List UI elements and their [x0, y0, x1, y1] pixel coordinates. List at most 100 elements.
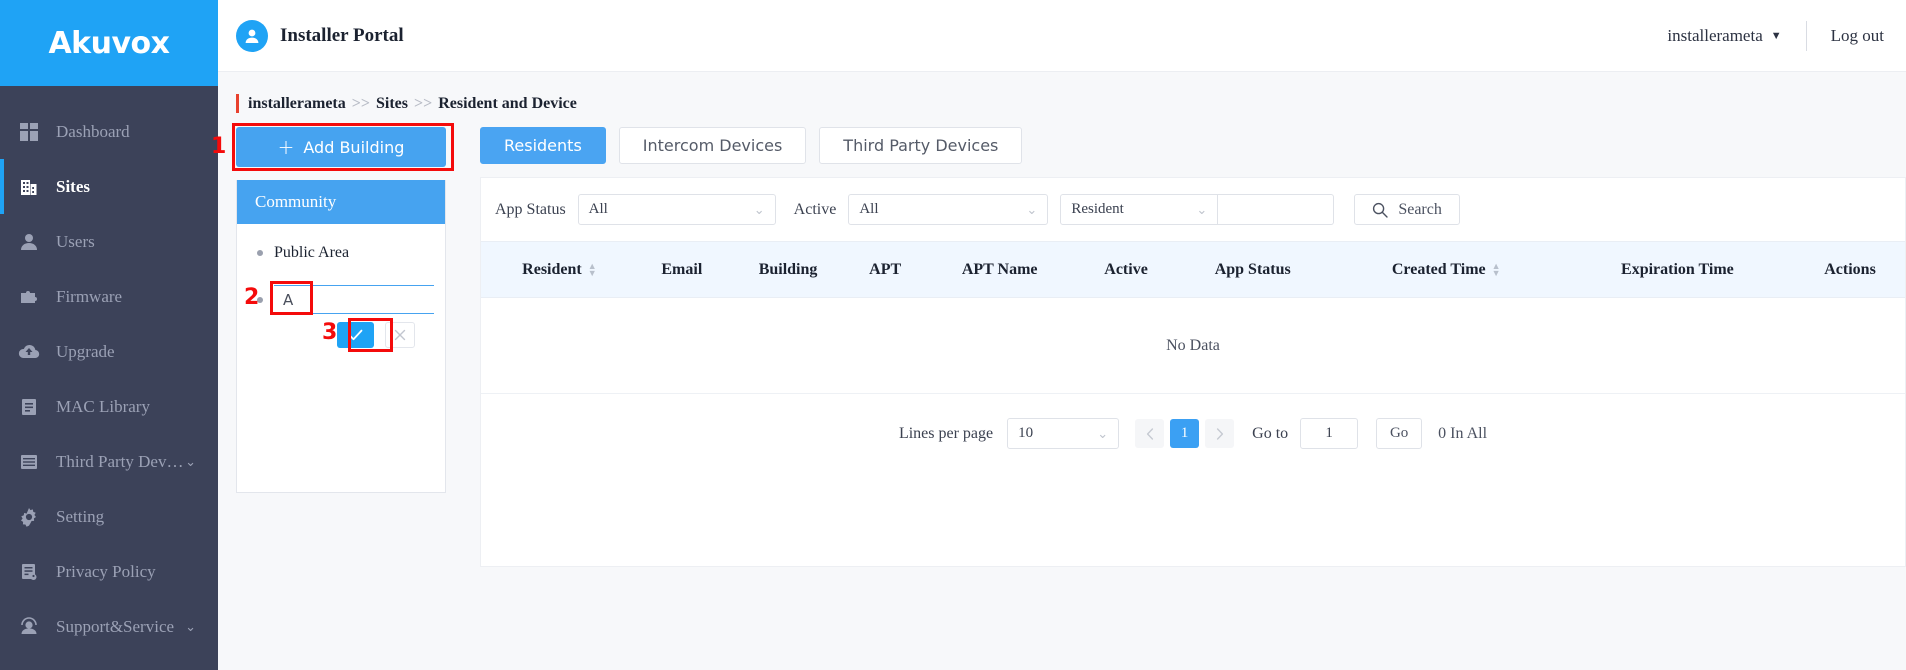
breadcrumb-root[interactable]: installerameta [248, 95, 346, 113]
step-3-number: 3 [322, 320, 338, 345]
sidebar-item-label: Dashboard [56, 121, 130, 141]
tab-third-party-devices[interactable]: Third Party Devices [819, 127, 1023, 164]
goto-label: Go to [1252, 424, 1289, 442]
sidebar-nav: Dashboard Sites Users Firmware Upgrade M… [0, 86, 218, 670]
col-building: Building [725, 241, 851, 298]
no-data-text: No Data [481, 297, 1905, 394]
close-icon [394, 329, 406, 341]
body-row: + Add Building 1 Community Public Area A… [211, 113, 1906, 567]
table-header: Resident ▲ ▼ Email Building APT APT Name A… [481, 241, 1905, 298]
check-icon [348, 329, 363, 341]
tree-node-public-area[interactable]: Public Area [237, 238, 445, 268]
sidebar-item-label: MAC Library [56, 396, 150, 416]
step-2-number: 2 [244, 285, 260, 310]
page-number-1[interactable]: 1 [1170, 419, 1200, 448]
sort-arrows-icon[interactable]: ▲ ▼ [1492, 261, 1501, 277]
chevron-down-icon: ⌄ [1097, 425, 1109, 441]
sidebar-item-label: Support&Service [56, 616, 175, 636]
col-active: Active [1079, 241, 1173, 298]
app-status-value: All [588, 201, 608, 217]
tree-node-label: Public Area [274, 244, 350, 261]
plus-icon: + [277, 135, 295, 159]
community-tree-header: Community [237, 180, 445, 224]
chevron-down-icon: ⌄ [1196, 201, 1208, 217]
sidebar-item-privacy-policy[interactable]: Privacy Policy [0, 544, 218, 599]
building-name-input[interactable] [274, 285, 434, 314]
sidebar-item-label: Users [56, 231, 95, 251]
sidebar-item-mac-library[interactable]: MAC Library [0, 379, 218, 434]
sidebar-item-firmware[interactable]: Firmware [0, 269, 218, 324]
tab-intercom-devices[interactable]: Intercom Devices [618, 127, 807, 164]
sidebar-item-dashboard[interactable]: Dashboard [0, 104, 218, 159]
go-button[interactable]: Go [1376, 418, 1423, 449]
bullet-icon [257, 250, 263, 256]
sidebar-item-label: Sites [56, 176, 90, 196]
user-menu-label[interactable]: installerameta [1667, 26, 1762, 46]
table-empty-row: No Data [481, 297, 1905, 394]
step-1-number: 1 [211, 134, 227, 159]
col-email: Email [637, 241, 726, 298]
breadcrumb-separator: >> [413, 94, 433, 112]
divider [1805, 20, 1807, 51]
sidebar-item-upgrade[interactable]: Upgrade [0, 324, 218, 379]
community-tree-body: Public Area [237, 224, 445, 492]
lines-per-page-label: Lines per page [898, 424, 994, 442]
chevron-down-icon: ⌄ [1026, 201, 1038, 217]
puzzle-icon [16, 286, 42, 308]
app-status-label: App Status [495, 200, 566, 218]
add-building-button[interactable]: + Add Building [236, 127, 446, 167]
total-count-label: 0 In All [1438, 424, 1488, 442]
col-label: Created Time [1391, 260, 1486, 278]
search-button[interactable]: Search [1354, 194, 1460, 225]
prev-page-button[interactable] [1135, 419, 1165, 448]
col-created-time[interactable]: Created Time ▲ ▼ [1332, 241, 1560, 298]
table-body: No Data [481, 297, 1905, 394]
cancel-building-button[interactable] [385, 322, 415, 348]
search-field-value: Resident [1071, 201, 1124, 217]
topbar-right: installerameta ▼ Log out [1667, 20, 1884, 51]
search-icon [1373, 202, 1389, 218]
user-icon [16, 231, 42, 253]
goto-page-input[interactable] [1300, 418, 1359, 449]
app-status-select[interactable]: All ⌄ [577, 194, 776, 225]
logout-button[interactable]: Log out [1831, 26, 1884, 46]
sort-arrows-icon[interactable]: ▲ ▼ [588, 261, 597, 277]
main-area: Installer Portal installerameta ▼ Log ou… [211, 0, 1906, 670]
residents-panel: App Status All ⌄ Active All ⌄ Resident ⌄… [480, 177, 1906, 567]
search-field-select[interactable]: Resident ⌄ [1060, 194, 1219, 225]
lines-per-page-value: 10 [1018, 425, 1034, 441]
sidebar-item-support-service[interactable]: Support&Service ⌄ [0, 599, 218, 654]
sidebar-item-sites[interactable]: Sites [0, 159, 218, 214]
active-select[interactable]: All ⌄ [848, 194, 1049, 225]
chevron-down-icon[interactable]: ▼ [1771, 30, 1782, 42]
brand-logo: Akuvox [0, 0, 218, 86]
filter-bar: App Status All ⌄ Active All ⌄ Resident ⌄… [481, 178, 1905, 241]
lines-per-page-select[interactable]: 10 ⌄ [1007, 418, 1120, 449]
sidebar-item-setting[interactable]: Setting [0, 489, 218, 544]
search-button-label: Search [1398, 200, 1442, 218]
dashboard-icon [16, 121, 42, 143]
active-value: All [859, 201, 879, 217]
search-input[interactable] [1218, 194, 1335, 225]
chevron-down-icon[interactable]: ⌄ [185, 619, 196, 635]
tab-residents[interactable]: Residents [480, 127, 606, 164]
next-page-button[interactable] [1205, 419, 1235, 448]
tab-bar: Residents Intercom Devices Third Party D… [480, 127, 1906, 164]
col-resident[interactable]: Resident ▲ ▼ [481, 241, 638, 298]
sidebar-item-third-party-dev[interactable]: Third Party Dev… ⌄ [0, 434, 218, 489]
left-panel: + Add Building 1 Community Public Area A… [211, 123, 463, 567]
sidebar-item-label: Upgrade [56, 341, 115, 361]
col-label: Resident [522, 260, 582, 278]
col-actions: Actions [1795, 241, 1905, 298]
confirm-building-button[interactable] [337, 322, 374, 348]
building-icon [16, 176, 42, 198]
sidebar-item-users[interactable]: Users [0, 214, 218, 269]
chevron-down-icon[interactable]: ⌄ [185, 454, 196, 470]
breadcrumb-sites[interactable]: Sites [376, 95, 408, 113]
active-label: Active [793, 200, 837, 218]
community-tree-panel: Community Public Area [236, 180, 446, 493]
gear-icon [16, 506, 42, 528]
sidebar-item-label: Privacy Policy [56, 561, 156, 581]
add-building-label: Add Building [303, 137, 405, 157]
pagination-bar: Lines per page 10 ⌄ 1 Go to 1 Go 0 In Al… [481, 394, 1905, 471]
